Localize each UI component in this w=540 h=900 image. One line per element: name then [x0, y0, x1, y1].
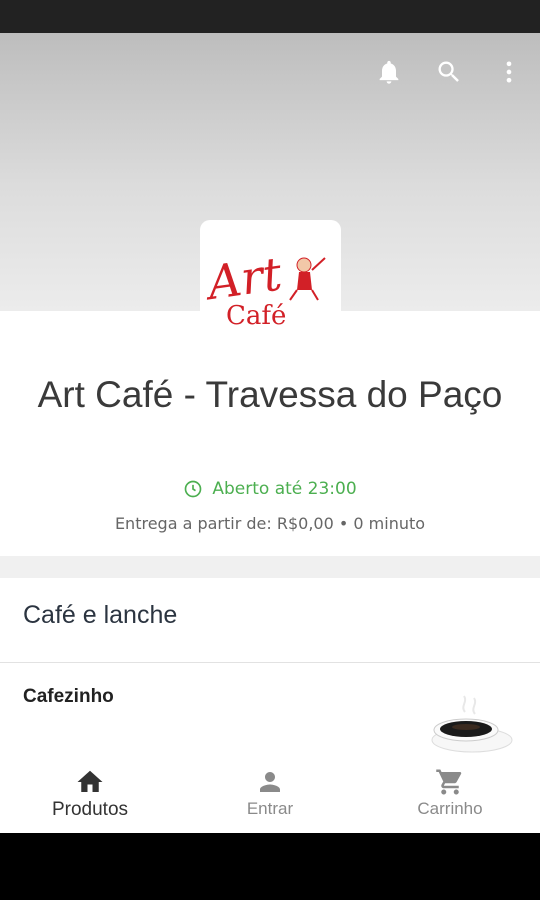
delivery-info: Entrega a partir de: R$0,00 • 0 minuto: [114, 514, 426, 533]
nav-produtos[interactable]: Produtos: [0, 758, 180, 833]
person-icon: [260, 772, 280, 792]
more-vert-icon: [506, 61, 512, 83]
store-logo: Art Café: [200, 220, 341, 330]
bottom-navigation: Produtos Entrar Carrinho: [0, 758, 540, 833]
search-button[interactable]: [432, 55, 466, 89]
system-navigation-bar: [0, 833, 540, 900]
app-screen: Art Café Art Café - Travessa do Paço Abe…: [0, 33, 540, 833]
nav-carrinho[interactable]: Carrinho: [360, 758, 540, 833]
nav-entrar[interactable]: Entrar: [180, 758, 360, 833]
product-name[interactable]: Cafezinho: [23, 686, 114, 708]
nav-entrar-label: Entrar: [246, 799, 294, 818]
search-icon: [438, 61, 459, 82]
cart-icon: [436, 769, 462, 795]
section-divider: [0, 662, 540, 663]
nav-produtos-label: Produtos: [51, 799, 129, 820]
more-options-button[interactable]: [492, 55, 526, 89]
status-bar: [0, 0, 540, 33]
home-icon: [77, 770, 103, 792]
section-title: Café e lanche: [23, 601, 178, 629]
svg-text:Café: Café: [226, 301, 286, 330]
woman-figure-icon: [289, 257, 326, 301]
top-actions: [372, 55, 526, 89]
art-cafe-logo: Art Café: [200, 246, 326, 330]
nav-carrinho-label: Carrinho: [417, 799, 483, 818]
bell-icon: [379, 60, 399, 84]
store-name: Art Café - Travessa do Paço: [37, 374, 503, 415]
open-status: Aberto até 23:00: [0, 479, 540, 499]
open-status-text: Aberto até 23:00: [212, 479, 357, 499]
clock-icon: [185, 480, 202, 498]
notifications-button[interactable]: [372, 55, 406, 89]
